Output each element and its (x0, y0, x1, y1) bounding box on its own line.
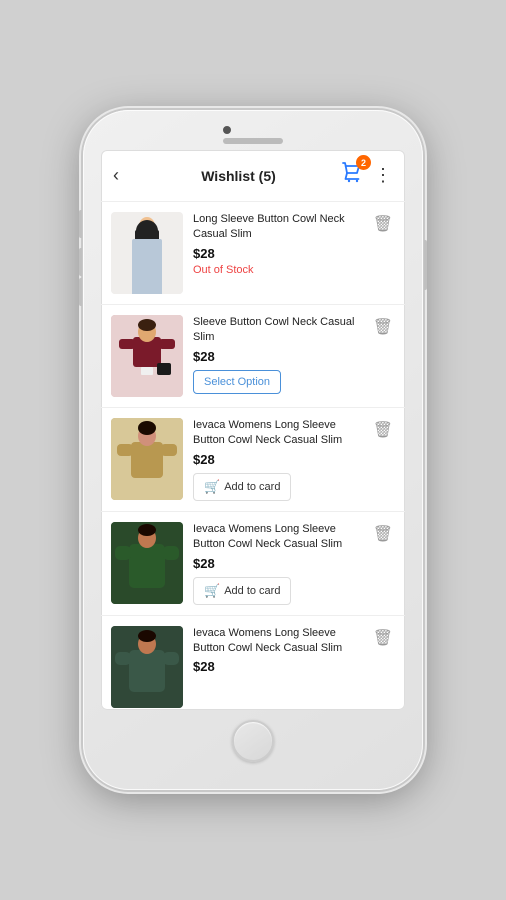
action-row: Select Option (193, 370, 361, 394)
item-price: $28 (193, 452, 361, 467)
action-row: 🛒 Add to card (193, 473, 361, 501)
item-status: Out of Stock (193, 264, 361, 276)
delete-button[interactable]: 🗑 (371, 212, 395, 236)
add-to-cart-button[interactable]: 🛒 Add to card (193, 473, 291, 501)
item-name: Long Sleeve Button Cowl Neck Casual Slim (193, 212, 361, 243)
item-name: Ievaca Womens Long Sleeve Button Cowl Ne… (193, 522, 361, 553)
header-actions: 2 ⋮ (340, 160, 393, 191)
camera (223, 126, 231, 134)
home-button-area (83, 710, 423, 778)
product-image (111, 522, 183, 604)
item-details: Sleeve Button Cowl Neck Casual Slim $28 … (193, 315, 361, 394)
cart-add-icon: 🛒 (204, 583, 220, 599)
item-details: Long Sleeve Button Cowl Neck Casual Slim… (193, 212, 361, 276)
cart-badge: 2 (356, 155, 371, 170)
action-row: 🛒 Add to card (193, 577, 361, 605)
list-item: Ievaca Womens Long Sleeve Button Cowl Ne… (101, 616, 405, 710)
cart-button[interactable]: 2 (340, 160, 366, 191)
phone-top-bar (83, 110, 423, 150)
item-details: Ievaca Womens Long Sleeve Button Cowl Ne… (193, 626, 361, 675)
item-price: $28 (193, 659, 361, 674)
phone-screen: ‹ Wishlist (5) 2 ⋮ (101, 150, 405, 710)
delete-button[interactable]: 🗑 (371, 315, 395, 339)
delete-button[interactable]: 🗑 (371, 418, 395, 442)
product-image (111, 626, 183, 708)
app-header: ‹ Wishlist (5) 2 ⋮ (101, 150, 405, 202)
list-item: Ievaca Womens Long Sleeve Button Cowl Ne… (101, 512, 405, 616)
list-item: Long Sleeve Button Cowl Neck Casual Slim… (101, 202, 405, 305)
item-name: Ievaca Womens Long Sleeve Button Cowl Ne… (193, 418, 361, 449)
product-image (111, 212, 183, 294)
item-price: $28 (193, 349, 361, 364)
page-title: Wishlist (5) (201, 168, 276, 184)
delete-button[interactable]: 🗑 (371, 522, 395, 546)
add-to-cart-label: Add to card (224, 481, 280, 493)
item-details: Ievaca Womens Long Sleeve Button Cowl Ne… (193, 522, 361, 605)
item-details: Ievaca Womens Long Sleeve Button Cowl Ne… (193, 418, 361, 501)
list-item: Sleeve Button Cowl Neck Casual Slim $28 … (101, 305, 405, 408)
phone-frame: ‹ Wishlist (5) 2 ⋮ (83, 110, 423, 790)
item-price: $28 (193, 556, 361, 571)
speaker (223, 138, 283, 144)
home-button[interactable] (232, 720, 274, 762)
delete-button[interactable]: 🗑 (371, 626, 395, 650)
cart-add-icon: 🛒 (204, 479, 220, 495)
product-image (111, 315, 183, 397)
back-button[interactable]: ‹ (113, 165, 137, 186)
wishlist-content: Long Sleeve Button Cowl Neck Casual Slim… (101, 202, 405, 710)
item-price: $28 (193, 246, 361, 261)
add-to-cart-button[interactable]: 🛒 Add to card (193, 577, 291, 605)
product-image (111, 418, 183, 500)
more-options-button[interactable]: ⋮ (374, 165, 393, 186)
select-option-button[interactable]: Select Option (193, 370, 281, 394)
list-item: Ievaca Womens Long Sleeve Button Cowl Ne… (101, 408, 405, 512)
add-to-cart-label: Add to card (224, 585, 280, 597)
item-name: Ievaca Womens Long Sleeve Button Cowl Ne… (193, 626, 361, 657)
item-name: Sleeve Button Cowl Neck Casual Slim (193, 315, 361, 346)
